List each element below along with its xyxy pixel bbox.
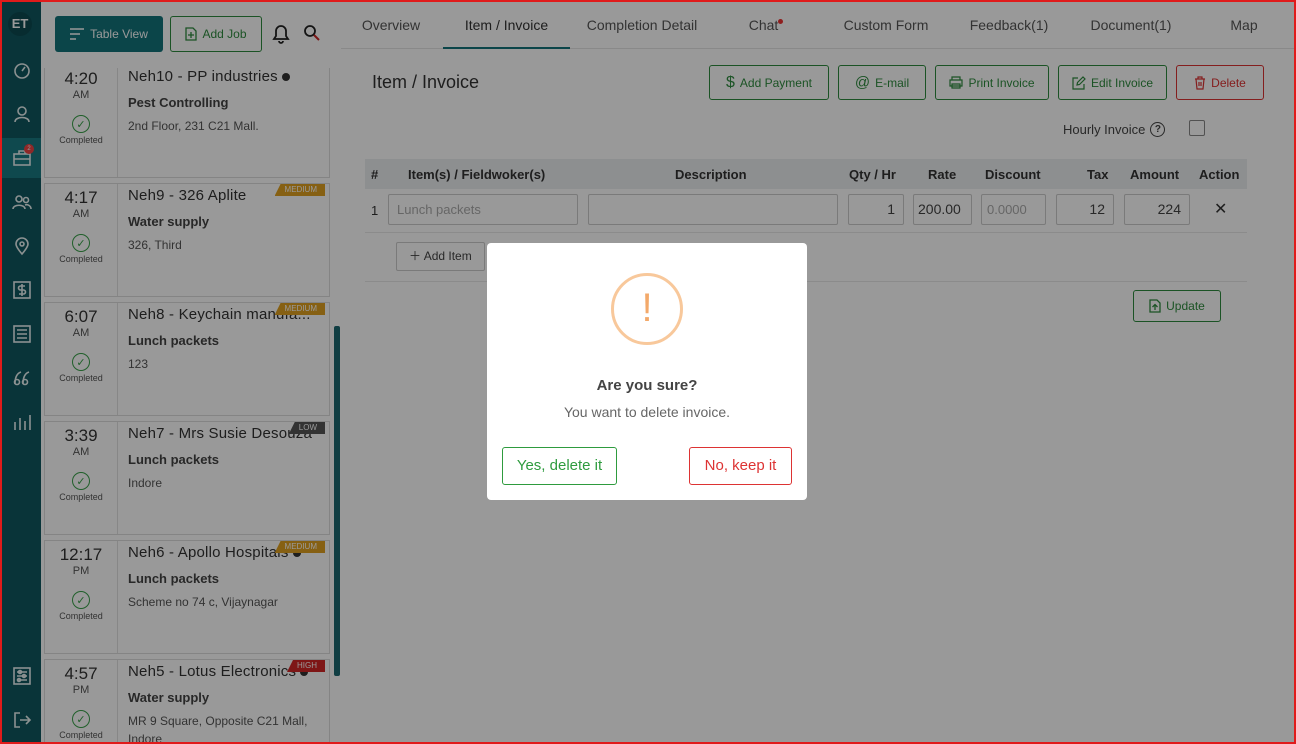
warning-icon: ! bbox=[611, 273, 683, 345]
dialog-title: Are you sure? bbox=[596, 377, 698, 394]
confirm-delete-button[interactable]: Yes, delete it bbox=[502, 447, 617, 485]
dialog-message: You want to delete invoice. bbox=[563, 404, 731, 420]
confirm-dialog: ! Are you sure? You want to delete invoi… bbox=[487, 243, 807, 500]
cancel-button[interactable]: No, keep it bbox=[689, 447, 792, 485]
